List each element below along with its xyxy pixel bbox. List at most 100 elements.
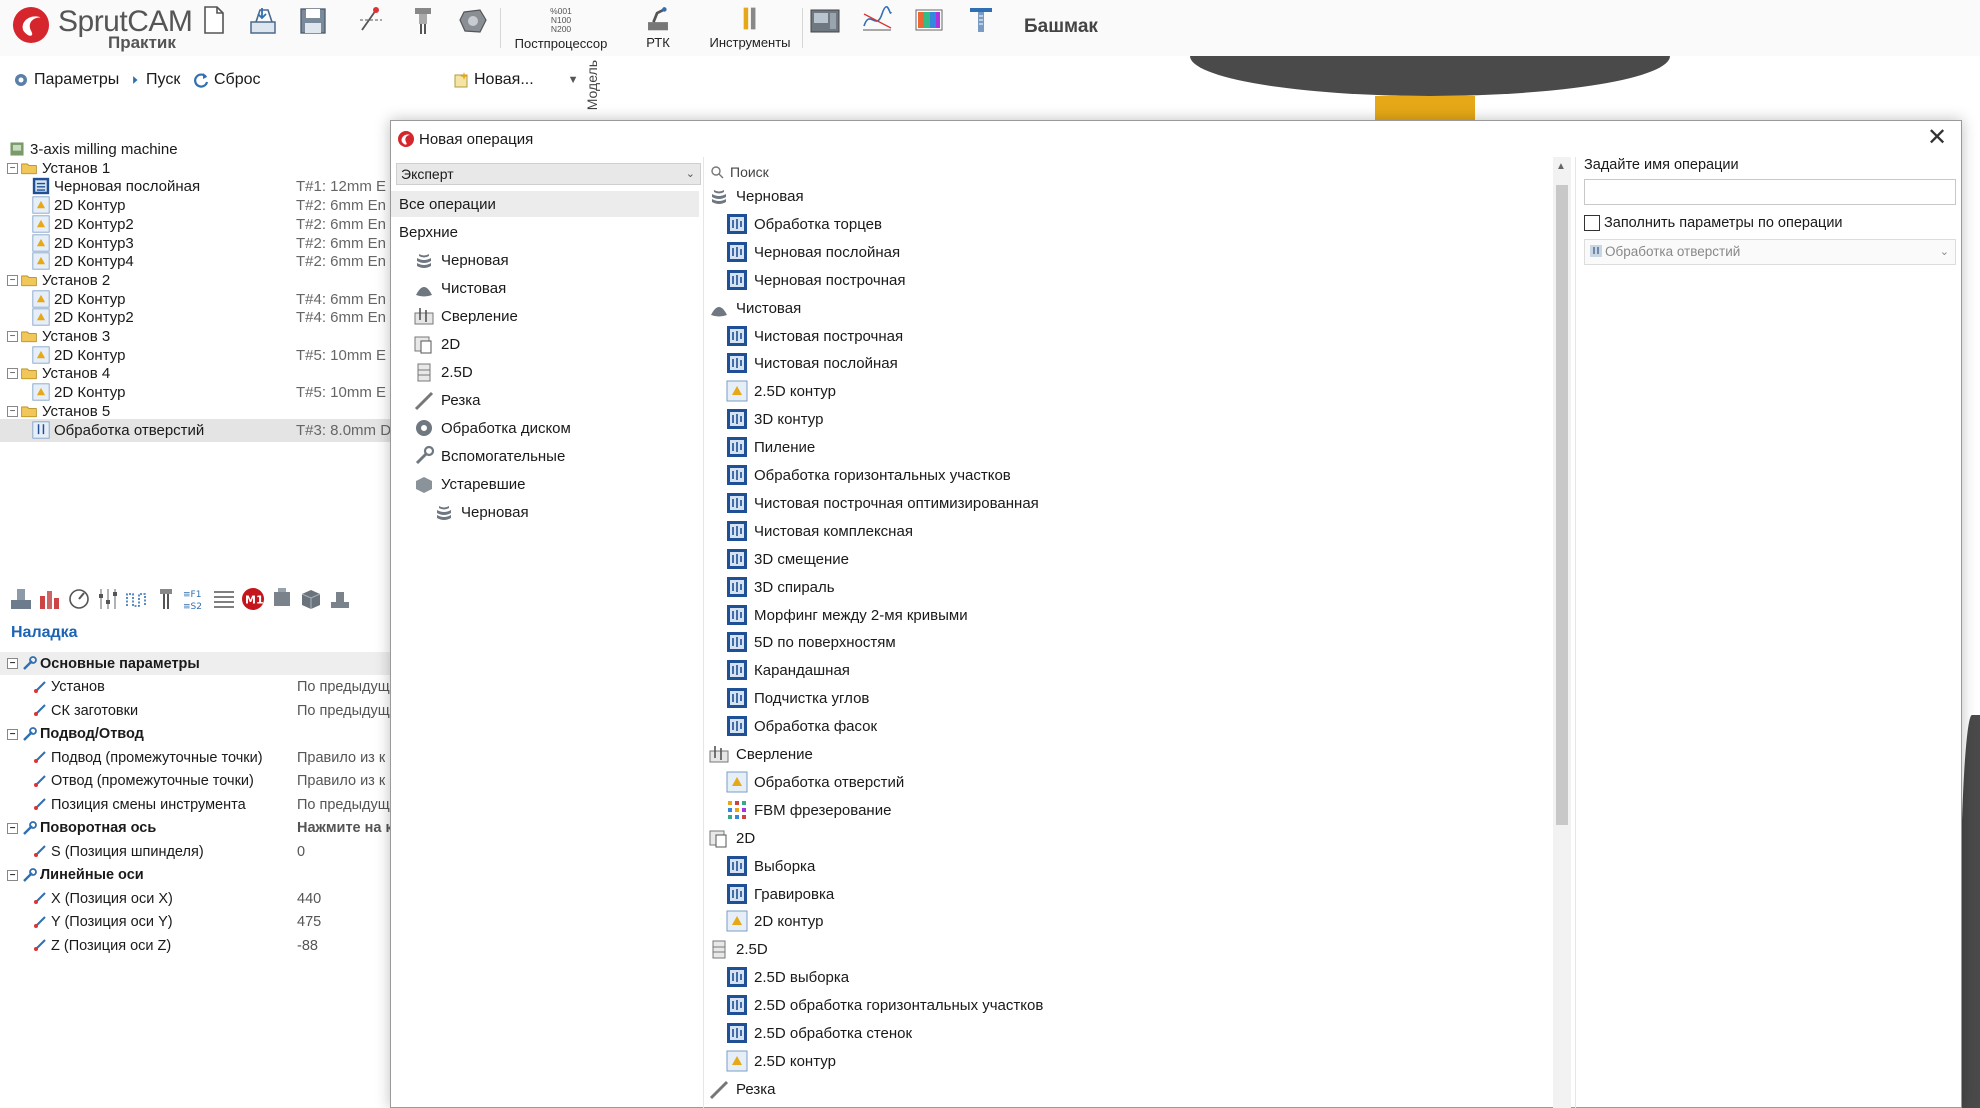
operation-group[interactable]: 2.5D (704, 936, 1564, 963)
reset-button[interactable]: Сброс (192, 68, 261, 92)
operation-item[interactable]: 3D спираль (704, 574, 1564, 601)
operation-item[interactable]: Морфинг между 2-мя кривыми (704, 602, 1564, 629)
operation-item[interactable]: Карандашная (704, 657, 1564, 684)
prop-value[interactable]: -88 (297, 938, 318, 954)
operation-item[interactable]: 5D по поверхностям (704, 629, 1564, 656)
operation-item[interactable]: Обработка торцев (704, 211, 1564, 238)
category-item[interactable]: Устаревшие (391, 471, 701, 497)
save-file-button[interactable] (296, 4, 330, 50)
prop-row[interactable]: Позиция смены инструмента По предыдущ (0, 793, 390, 816)
operation-item[interactable]: FBM фрезерование (704, 797, 1564, 824)
new-operation-button[interactable]: Новая... ▼ (452, 68, 579, 92)
operation-item[interactable]: 3D смещение (704, 546, 1564, 573)
stock-tab-icon[interactable] (37, 586, 63, 612)
search-field[interactable]: Поиск (710, 161, 769, 183)
operation-item[interactable]: Подчистка углов (704, 685, 1564, 712)
fill-params-checkbox[interactable] (1584, 215, 1600, 231)
scrollbar-thumb[interactable] (1556, 185, 1568, 825)
category-item[interactable]: 2D (391, 331, 701, 357)
operation-item[interactable]: Черновая построчная (704, 267, 1564, 294)
category-item[interactable]: Вспомогательные (391, 443, 701, 469)
prop-value[interactable]: По предыдущ (297, 679, 390, 695)
operation-group[interactable]: Резка (704, 1076, 1564, 1103)
category-item[interactable]: Все операции (391, 191, 699, 217)
feeds-tab-icon[interactable] (95, 586, 121, 612)
category-item[interactable]: Сверление (391, 303, 701, 329)
speed-tab-icon[interactable] (66, 586, 92, 612)
operation-item[interactable]: Чистовая построчная (704, 323, 1564, 350)
category-item[interactable]: Обработка диском (391, 415, 701, 441)
prop-value[interactable]: Правило из к (297, 773, 385, 789)
tool-tab-icon[interactable] (153, 586, 179, 612)
prop-row[interactable]: S (Позиция шпинделя) 0 (0, 840, 390, 863)
cube-tab-icon[interactable] (298, 586, 324, 612)
collapse-toggle-icon[interactable]: − (7, 869, 18, 881)
open-file-button[interactable] (246, 4, 280, 50)
category-item[interactable]: Чистовая (391, 275, 701, 301)
chevron-down-icon[interactable]: ▼ (568, 74, 579, 86)
tool-holder-button[interactable] (406, 4, 440, 50)
holder-tab-icon[interactable] (269, 586, 295, 612)
operation-item[interactable]: Пиление (704, 434, 1564, 461)
operation-item[interactable]: Чистовая послойная (704, 350, 1564, 377)
collapse-toggle-icon[interactable]: − (7, 368, 18, 380)
prop-value[interactable]: 440 (297, 891, 321, 907)
prop-row[interactable]: Отвод (промежуточные точки) Правило из к (0, 770, 390, 793)
prop-row[interactable]: СК заготовки По предыдущ (0, 699, 390, 722)
operation-group[interactable]: 2D (704, 825, 1564, 852)
graph-button[interactable] (860, 4, 894, 50)
operation-item[interactable]: 2.5D выборка (704, 964, 1564, 991)
operation-group[interactable]: Чистовая (704, 295, 1564, 322)
operation-item[interactable]: Черновая послойная (704, 239, 1564, 266)
prop-group[interactable]: − Линейные оси (0, 864, 390, 887)
prop-value[interactable]: По предыдущ (297, 703, 390, 719)
new-file-button[interactable] (196, 4, 230, 50)
category-item[interactable]: Черновая (391, 247, 701, 273)
prop-row[interactable]: Подвод (промежуточные точки) Правило из к (0, 746, 390, 769)
operation-group[interactable]: Черновая (704, 183, 1564, 210)
operation-name-input[interactable] (1584, 179, 1956, 205)
collapse-toggle-icon[interactable]: − (7, 822, 18, 834)
operation-group[interactable]: Сверление (704, 741, 1564, 768)
prop-row[interactable]: Z (Позиция оси Z) -88 (0, 934, 390, 957)
collapse-toggle-icon[interactable]: − (7, 274, 18, 286)
operation-item[interactable]: 2.5D обработка стенок (704, 1020, 1564, 1047)
scroll-up-icon[interactable]: ▲ (1556, 161, 1566, 172)
operation-item[interactable]: Чистовая комплексная (704, 518, 1564, 545)
prop-value[interactable]: Правило из к (297, 750, 385, 766)
collapse-toggle-icon[interactable]: − (7, 658, 18, 669)
collapse-toggle-icon[interactable]: − (7, 331, 18, 342)
collapse-toggle-icon[interactable]: − (7, 405, 18, 417)
category-item[interactable]: Черновая (391, 499, 701, 525)
prop-row[interactable]: Установ По предыдущ (0, 676, 390, 699)
category-item[interactable]: 2.5D (391, 359, 701, 385)
run-button[interactable]: Пуск (132, 68, 180, 92)
f1-s2-tab-icon[interactable]: ≡F1≡S2 (182, 586, 208, 612)
operation-item[interactable]: 2.5D контур (704, 378, 1564, 405)
model-side-tab[interactable]: Модель (584, 60, 606, 122)
m1-badge-icon[interactable]: M1 (240, 586, 266, 612)
prop-row[interactable]: X (Позиция оси X) 440 (0, 887, 390, 910)
collapse-toggle-icon[interactable]: − (7, 162, 18, 174)
category-item[interactable]: Верхние (391, 219, 701, 245)
fixture-tab-icon[interactable] (327, 586, 353, 612)
palette-button[interactable] (912, 4, 946, 50)
operations-scrollbar[interactable]: ▲ (1553, 157, 1571, 1108)
operation-item[interactable]: Чистовая построчная оптимизированная (704, 490, 1564, 517)
fill-from-select[interactable]: Обработка отверстий ⌄ (1584, 239, 1956, 265)
category-item[interactable]: Резка (391, 387, 701, 413)
prop-value[interactable]: 475 (297, 914, 321, 930)
prop-value[interactable]: 0 (297, 844, 305, 860)
operation-item[interactable]: Выборка (704, 853, 1564, 880)
cut-tool-button[interactable] (354, 4, 388, 50)
operation-item[interactable]: Обработка фасок (704, 713, 1564, 740)
operation-item[interactable]: 2.5D контур (704, 1048, 1564, 1075)
prop-group[interactable]: − Основные параметры (0, 652, 390, 675)
rtk-button[interactable]: РТК (640, 4, 676, 50)
prop-row[interactable]: Y (Позиция оси Y) 475 (0, 911, 390, 934)
part-button[interactable] (456, 4, 490, 50)
close-button[interactable]: ✕ (1925, 126, 1949, 151)
operation-item[interactable]: 2.5D обработка горизонтальных участков (704, 992, 1564, 1019)
prop-group[interactable]: − Подвод/Отвод (0, 723, 390, 746)
prop-value[interactable]: По предыдущ (297, 797, 390, 813)
